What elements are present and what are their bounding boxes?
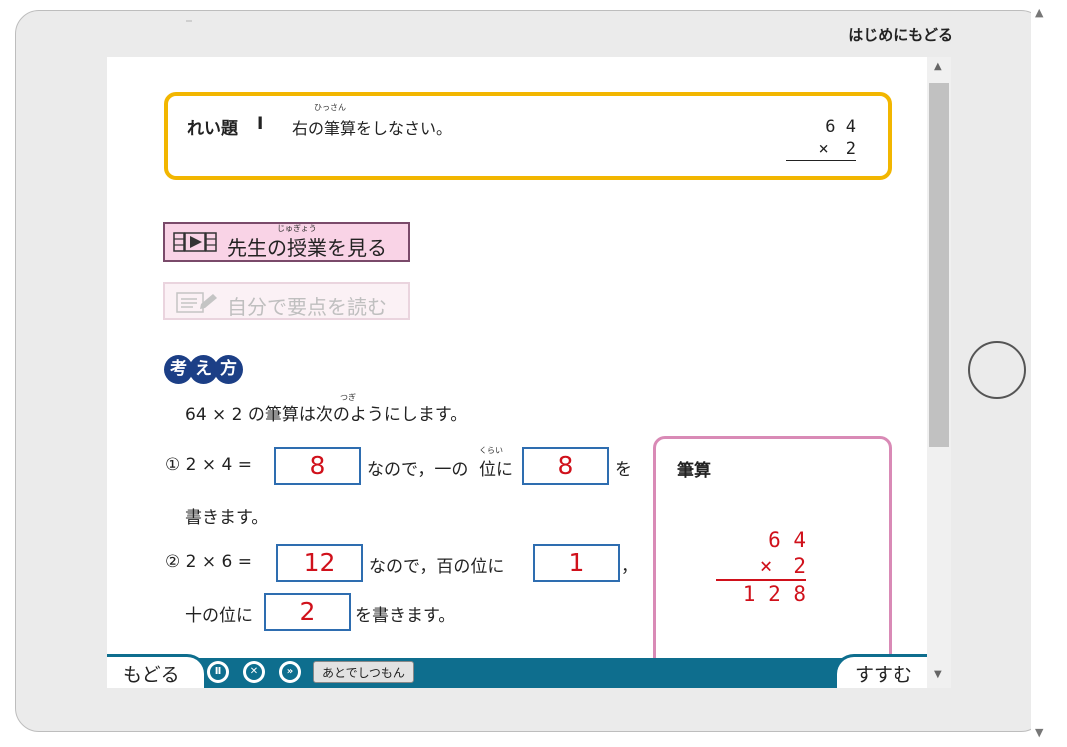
- example-text: 右の筆算をしなさい。: [292, 119, 453, 138]
- next-button-label: すすむ: [855, 664, 913, 686]
- column-calculation-box: 筆算 6 4 × 2 1 2 8: [653, 436, 892, 688]
- thinking-intro: 64 × 2 の筆算は次のようにします。: [185, 405, 468, 425]
- video-icon: [173, 232, 217, 252]
- device-home-button[interactable]: [968, 341, 1026, 399]
- column-calc-result: 1 2 8: [742, 582, 806, 606]
- lesson-content: れい題 Ⅰ ひっさん 右の筆算をしなさい。 6 4 × 2 じゅぎょう 先生の授…: [107, 57, 927, 688]
- step2-continuation-prefix: 十の位に: [185, 606, 253, 626]
- fast-forward-button[interactable]: »: [279, 661, 301, 683]
- content-scrollbar[interactable]: ▲ ▼: [927, 57, 951, 688]
- close-button[interactable]: ✕: [243, 661, 265, 683]
- watch-lesson-button[interactable]: じゅぎょう 先生の授業を見る: [163, 222, 410, 262]
- control-bar: [197, 658, 927, 688]
- step2-middle-text: なので，百の位に: [369, 557, 505, 577]
- content-scroll-up-icon[interactable]: ▲: [934, 61, 942, 72]
- step1-expression: ① 2 × 4 =: [165, 455, 252, 475]
- step2-suffix: ，: [621, 557, 638, 577]
- step1-middle-text: なので，一の: [367, 460, 469, 480]
- bottom-navigation-bar: もどる Ⅱ ✕ » あとでしつもん すすむ: [107, 654, 927, 688]
- step1-answer-ones-place: 8: [522, 447, 609, 485]
- thinking-badge-char-3: 方: [214, 355, 243, 384]
- step1-suffix: を: [615, 460, 632, 480]
- read-key-points-button[interactable]: 自分で要点を読む: [163, 282, 410, 320]
- step1-continuation: 書きます。: [185, 508, 269, 528]
- back-button[interactable]: もどる: [107, 654, 207, 688]
- note-pencil-icon: [176, 292, 217, 313]
- example-calc-bottom: × 2: [786, 138, 856, 161]
- pause-icon: Ⅱ: [210, 664, 226, 680]
- step2-expression: ② 2 × 6 =: [165, 552, 252, 572]
- content-scroll-down-icon[interactable]: ▼: [934, 669, 942, 680]
- step2-answer-product: 12: [276, 544, 363, 582]
- step1-middle-text-2: 位に: [479, 460, 513, 480]
- scroll-down-icon[interactable]: ▼: [1035, 726, 1043, 739]
- read-key-points-label: 自分で要点を読む: [227, 295, 387, 319]
- example-number: Ⅰ: [257, 114, 264, 134]
- step2-answer-tens-place: 2: [264, 593, 351, 631]
- page-scrollbar[interactable]: ▲ ▼: [1031, 0, 1051, 747]
- step2-answer-hundreds-place: 1: [533, 544, 620, 582]
- scroll-up-icon[interactable]: ▲: [1035, 6, 1043, 19]
- step2-continuation-suffix: を書きます。: [355, 606, 456, 626]
- column-calc-row-1: 6 4: [768, 528, 806, 552]
- step1-answer-product: 8: [274, 447, 361, 485]
- thinking-badge: 考え方: [164, 355, 243, 385]
- example-calc-top: 6 4: [825, 117, 856, 137]
- example-label: れい題: [187, 119, 238, 139]
- example-ruby: ひっさん: [314, 103, 346, 112]
- close-icon: ✕: [246, 664, 262, 680]
- fast-forward-icon: »: [282, 664, 298, 680]
- pause-button[interactable]: Ⅱ: [207, 661, 229, 683]
- ask-later-button[interactable]: あとでしつもん: [313, 661, 414, 683]
- column-calc-row-2: × 2: [716, 553, 806, 581]
- back-button-label: もどる: [123, 664, 180, 686]
- column-calculation-title: 筆算: [677, 461, 711, 481]
- next-button[interactable]: すすむ: [834, 654, 927, 688]
- watch-lesson-label: 先生の授業を見る: [227, 236, 387, 260]
- content-scroll-thumb[interactable]: [929, 83, 949, 447]
- column-calculation: 6 4 × 2 1 2 8: [716, 527, 806, 607]
- example-calculation: 6 4 × 2: [786, 116, 856, 161]
- frame-notch: [186, 20, 192, 22]
- home-link[interactable]: はじめにもどる: [848, 24, 953, 45]
- lesson-screen: れい題 Ⅰ ひっさん 右の筆算をしなさい。 6 4 × 2 じゅぎょう 先生の授…: [107, 57, 951, 688]
- example-problem-box: れい題 Ⅰ ひっさん 右の筆算をしなさい。 6 4 × 2: [164, 92, 892, 180]
